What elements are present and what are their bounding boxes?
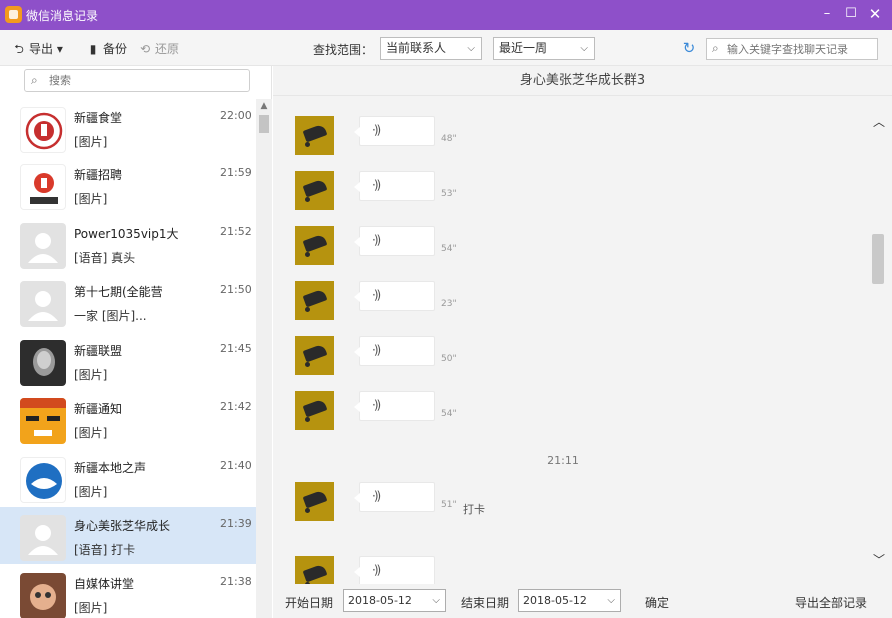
minimize-button[interactable]: – <box>816 4 838 24</box>
voice-message: ·)) 48" <box>295 116 515 156</box>
voice-icon: ·)) <box>372 343 381 357</box>
voice-bubble[interactable]: ·)) <box>354 391 435 421</box>
list-item[interactable]: 新疆本地之声 [图片] 21:40 <box>0 449 256 506</box>
maximize-button[interactable]: ☐ <box>840 4 862 24</box>
avatar <box>20 340 66 386</box>
contact-panel: ⌕ 新疆食堂 [图片] 22:00 新疆招聘 [图片] 21:59 Power1… <box>0 66 272 618</box>
voice-message: ·)) 23" <box>295 281 515 321</box>
contact-list: 新疆食堂 [图片] 22:00 新疆招聘 [图片] 21:59 Power103… <box>0 99 256 618</box>
voice-icon: ·)) <box>372 178 381 192</box>
title-bar: 微信消息记录 – ☐ ✕ <box>0 0 892 30</box>
end-date-picker[interactable]: 2018-05-12 ⌵ <box>518 589 621 612</box>
time-separator: 21:11 <box>547 454 579 467</box>
toolbar: ⮌ 导出 ▾ ▮ 备份 ⟲ 还原 查找范围： 当前联系人 ⌵ 最近一周 ⌵ ↻ ⌕ <box>0 30 892 66</box>
confirm-button[interactable]: 确定 <box>645 594 669 611</box>
scrollbar-thumb[interactable] <box>259 115 269 133</box>
avatar <box>295 482 334 521</box>
restore-button[interactable]: ⟲ 还原 <box>138 40 179 58</box>
end-date-label: 结束日期 <box>461 596 510 610</box>
refresh-icon[interactable]: ↻ <box>680 38 698 58</box>
avatar <box>20 573 66 618</box>
voice-icon: ·)) <box>372 489 381 503</box>
chevron-down-icon: ⌵ <box>607 595 615 606</box>
voice-bubble[interactable]: ·)) <box>354 171 435 201</box>
chevron-down-icon: ⌵ <box>580 43 588 54</box>
avatar <box>20 107 66 153</box>
list-item[interactable]: 新疆通知 [图片] 21:42 <box>0 390 256 447</box>
scroll-up-icon[interactable]: ▲ <box>256 99 272 113</box>
record-search-input[interactable] <box>727 41 875 57</box>
voice-bubble[interactable]: ·)) <box>354 281 435 311</box>
list-item[interactable]: 第十七期(全能营 一家 [图片]... 21:50 <box>0 273 256 330</box>
app-title: 微信消息记录 <box>26 9 99 23</box>
voice-message: ·)) 51" 打卡 <box>295 482 515 522</box>
voice-message: ·)) 50" <box>295 336 515 376</box>
list-item[interactable]: 新疆食堂 [图片] 22:00 <box>0 99 256 156</box>
chevron-down-icon: ⌵ <box>467 43 475 54</box>
chat-panel: 身心美张芝华成长群3 ·)) 48" ·)) 53" ·)) 54" ·)) 2… <box>273 66 892 618</box>
contact-list-scrollbar[interactable]: ▲ <box>256 99 272 618</box>
contact-scope-select[interactable]: 当前联系人 ⌵ <box>380 37 482 60</box>
voice-message: ·)) 54" <box>295 391 515 431</box>
voice-message: ·)) 53" <box>295 171 515 211</box>
range-label: 查找范围： <box>313 43 374 57</box>
date-filter-bar: 开始日期 2018-05-12 ⌵ 结束日期 2018-05-12 ⌵ 确定 导出全… <box>273 584 892 618</box>
avatar <box>295 226 334 265</box>
restore-icon: ⟲ <box>139 42 151 56</box>
export-button[interactable]: ⮌ 导出 ▾ <box>12 40 63 58</box>
chat-scrollbar[interactable]: ︿ ﹀ <box>870 96 888 586</box>
avatar <box>295 556 334 584</box>
chevron-up-icon[interactable]: ︿ <box>870 114 888 130</box>
time-scope-select[interactable]: 最近一周 ⌵ <box>493 37 595 60</box>
avatar <box>295 391 334 430</box>
list-item[interactable]: 自媒体讲堂 [图片] 21:38 <box>0 565 256 618</box>
export-icon: ⮌ <box>14 42 24 56</box>
voice-icon: ·)) <box>372 123 381 137</box>
voice-icon: ·)) <box>372 288 381 302</box>
avatar <box>20 223 66 269</box>
list-item-selected[interactable]: 身心美张芝华成长 [语音] 打卡 21:39 <box>0 507 256 564</box>
avatar <box>20 281 66 327</box>
list-item[interactable]: Power1035vip1大 [语音] 真头 21:52 <box>0 215 256 272</box>
avatar <box>20 164 66 210</box>
start-date-picker[interactable]: 2018-05-12 ⌵ <box>343 589 446 612</box>
app-logo-icon <box>5 6 22 23</box>
avatar <box>20 457 66 503</box>
avatar <box>295 336 334 375</box>
chat-title: 身心美张芝华成长群3 <box>273 66 892 96</box>
voice-message: ·)) <box>295 556 515 584</box>
avatar <box>295 281 334 320</box>
voice-icon: ·)) <box>372 563 381 577</box>
avatar <box>20 398 66 444</box>
scrollbar-thumb[interactable] <box>872 234 884 284</box>
avatar <box>295 116 334 155</box>
backup-button[interactable]: ▮ 备份 <box>86 40 127 58</box>
start-date-label: 开始日期 <box>285 596 334 610</box>
contact-search-box[interactable]: ⌕ <box>24 69 250 92</box>
close-button[interactable]: ✕ <box>864 4 886 24</box>
list-item[interactable]: 新疆招聘 [图片] 21:59 <box>0 156 256 213</box>
avatar <box>295 171 334 210</box>
voice-message: ·)) 54" <box>295 226 515 266</box>
chevron-down-icon: ⌵ <box>432 595 440 606</box>
contact-search-input[interactable] <box>49 73 245 88</box>
search-icon: ⌕ <box>31 73 38 87</box>
voice-bubble[interactable]: ·)) <box>354 556 435 584</box>
chevron-down-icon[interactable]: ﹀ <box>870 552 888 568</box>
export-all-button[interactable]: 导出全部记录 <box>795 594 867 611</box>
voice-icon: ·)) <box>372 233 381 247</box>
voice-bubble[interactable]: ·)) <box>354 116 435 146</box>
search-icon: ⌕ <box>712 41 719 55</box>
voice-bubble[interactable]: ·)) <box>354 482 435 512</box>
chevron-down-icon: ▾ <box>56 42 63 56</box>
list-item[interactable]: 新疆联盟 [图片] 21:45 <box>0 332 256 389</box>
record-search-box[interactable]: ⌕ <box>706 38 878 60</box>
backup-icon: ▮ <box>89 42 97 56</box>
voice-icon: ·)) <box>372 398 381 412</box>
voice-bubble[interactable]: ·)) <box>354 336 435 366</box>
voice-bubble[interactable]: ·)) <box>354 226 435 256</box>
avatar <box>20 515 66 561</box>
